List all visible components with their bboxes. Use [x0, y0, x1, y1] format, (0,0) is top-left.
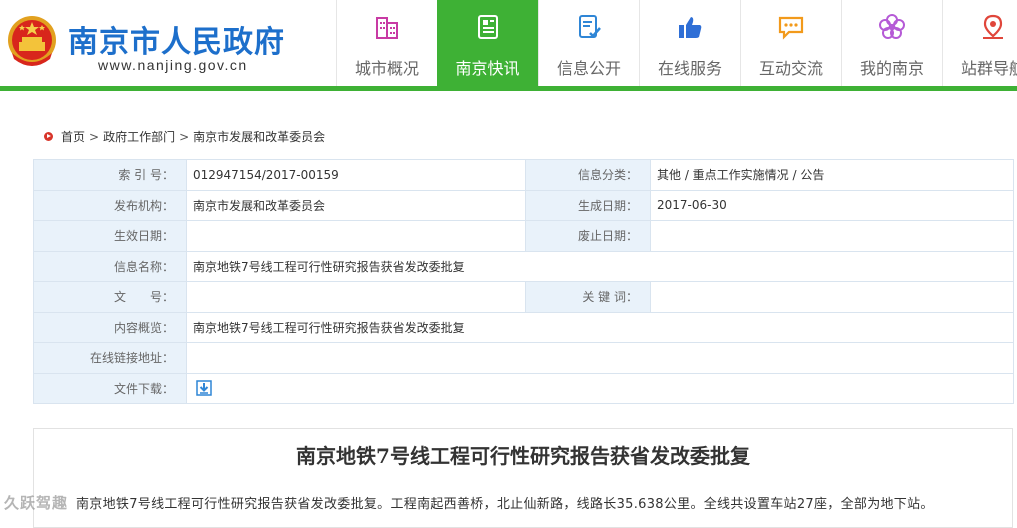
nav-item-interaction[interactable]: 互动交流 [740, 0, 841, 86]
nav-label: 互动交流 [758, 59, 823, 78]
info-name-label: 信息名称： [33, 250, 187, 282]
publisher-value: 南京市发展和改革委员会 [186, 189, 526, 221]
doc-number-value [186, 281, 526, 313]
file-download-cell [186, 372, 1014, 404]
table-row: 发布机构： 南京市发展和改革委员会 生成日期： 2017-06-30 [33, 189, 1014, 221]
main-nav: 城市概况 南京快讯 信息公开 在线服务 互动交流 我的南京 站群导航 [336, 0, 1017, 86]
file-download-label: 文件下载： [33, 372, 187, 404]
watermark: 久跃驾趣 [4, 494, 69, 512]
expired-date-value [650, 220, 1014, 252]
thumbs-up-icon [679, 17, 702, 38]
nav-label: 城市概况 [354, 59, 419, 78]
expired-date-label: 废止日期： [525, 220, 651, 252]
summary-value: 南京地铁7号线工程可行性研究报告获省发改委批复 [186, 311, 1014, 343]
article-title: 南京地铁7号线工程可行性研究报告获省发改委批复 [296, 444, 750, 468]
breadcrumb-gov-departments[interactable]: 政府工作部门 [103, 128, 175, 145]
info-table: 索 引 号： 012947154/2017-00159 信息分类： 其他 / 重… [33, 159, 1014, 404]
nav-label: 站群导航 [960, 59, 1017, 78]
nav-label: 南京快讯 [455, 59, 520, 78]
effective-date-label: 生效日期： [33, 220, 187, 252]
header-divider [0, 86, 1017, 91]
keywords-value [650, 281, 1014, 313]
nav-label: 我的南京 [859, 59, 924, 78]
doc-number-label: 文 号： [33, 281, 187, 313]
site-header: 南京市人民政府 www.nanjing.gov.cn 城市概况 南京快讯 信息公… [0, 0, 1017, 87]
effective-date-value [186, 220, 526, 252]
keywords-label: 关 键 词： [525, 281, 651, 313]
index-value: 012947154/2017-00159 [186, 159, 526, 191]
nav-label: 信息公开 [556, 59, 621, 78]
breadcrumb-separator: > [89, 129, 100, 144]
article: 南京地铁7号线工程可行性研究报告获省发改委批复 南京地铁7号线工程可行性研究报告… [33, 428, 1013, 528]
home-arrow-icon [44, 132, 53, 141]
online-link-value [186, 342, 1014, 374]
document-check-icon [579, 15, 601, 38]
generated-date-label: 生成日期： [525, 189, 651, 221]
breadcrumb-ndrc[interactable]: 南京市发展和改革委员会 [193, 128, 325, 145]
info-name-value: 南京地铁7号线工程可行性研究报告获省发改委批复 [186, 250, 1014, 282]
category-label: 信息分类： [525, 159, 651, 191]
online-link-label: 在线链接地址： [33, 342, 187, 374]
nav-item-my-nanjing[interactable]: 我的南京 [841, 0, 942, 86]
flower-icon [879, 14, 905, 39]
nav-item-city-overview[interactable]: 城市概况 [336, 0, 437, 86]
generated-date-value: 2017-06-30 [650, 189, 1014, 221]
index-label: 索 引 号： [33, 159, 187, 191]
nav-item-site-navigation[interactable]: 站群导航 [942, 0, 1017, 86]
table-row: 信息名称： 南京地铁7号线工程可行性研究报告获省发改委批复 [33, 250, 1014, 282]
table-row: 在线链接地址： [33, 342, 1014, 374]
publisher-label: 发布机构： [33, 189, 187, 221]
download-icon[interactable] [196, 380, 212, 396]
site-title[interactable]: 南京市人民政府 [68, 17, 285, 61]
chat-bubble-icon [778, 16, 804, 40]
map-pin-icon [983, 14, 1003, 39]
table-row: 索 引 号： 012947154/2017-00159 信息分类： 其他 / 重… [33, 159, 1014, 191]
breadcrumb: 首页 > 政府工作部门 > 南京市发展和改革委员会 [44, 128, 325, 145]
nav-item-nanjing-news[interactable]: 南京快讯 [437, 0, 538, 86]
newspaper-icon [477, 15, 498, 39]
table-row: 文件下载： [33, 372, 1014, 404]
table-row: 文 号： 关 键 词： [33, 281, 1014, 313]
article-body: 南京地铁7号线工程可行性研究报告获省发改委批复。工程南起西善桥，北止仙新路，线路… [76, 497, 934, 512]
breadcrumb-separator: > [179, 129, 190, 144]
summary-label: 内容概览： [33, 311, 187, 343]
category-value: 其他 / 重点工作实施情况 / 公告 [650, 159, 1014, 191]
table-row: 内容概览： 南京地铁7号线工程可行性研究报告获省发改委批复 [33, 311, 1014, 343]
national-emblem-icon[interactable] [6, 13, 58, 69]
table-row: 生效日期： 废止日期： [33, 220, 1014, 252]
nav-label: 在线服务 [657, 59, 722, 78]
breadcrumb-home[interactable]: 首页 [61, 128, 85, 145]
buildings-icon [376, 17, 398, 39]
nav-item-online-service[interactable]: 在线服务 [639, 0, 740, 86]
site-url[interactable]: www.nanjing.gov.cn [98, 57, 248, 73]
nav-item-info-disclosure[interactable]: 信息公开 [538, 0, 639, 86]
